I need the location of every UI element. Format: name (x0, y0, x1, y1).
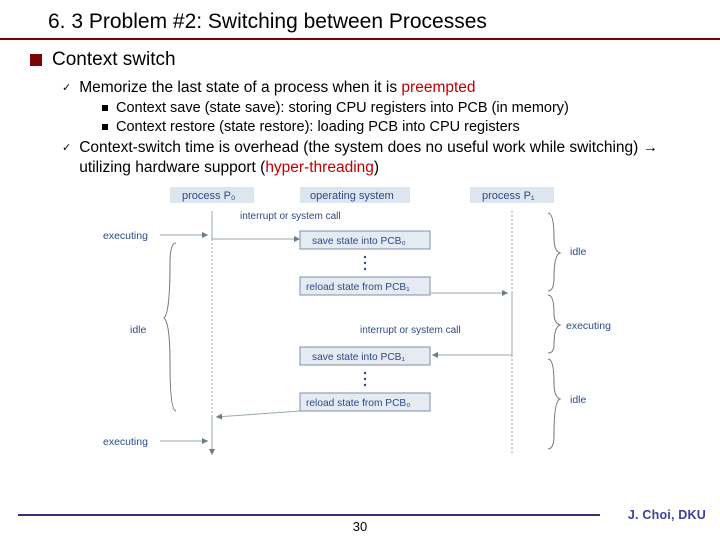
subsub-save: Context save (state save): storing CPU r… (102, 99, 700, 117)
brace-right-exec (548, 295, 560, 353)
brace-left-idle (164, 243, 176, 411)
text-pre: Memorize the last state of a process whe… (79, 79, 401, 96)
square-bullet-icon (30, 54, 42, 66)
subbullet-text: Memorize the last state of a process whe… (79, 78, 475, 97)
subsub-text: Context restore (state restore): loading… (116, 118, 520, 136)
label-interrupt-1: interrupt or system call (240, 211, 341, 222)
subsub-restore: Context restore (state restore): loading… (102, 118, 700, 136)
check-icon: ✓ (62, 141, 71, 154)
label-idle-right-1: idle (570, 246, 587, 258)
author-credit: J. Choi, DKU (628, 508, 706, 522)
bullet-context-switch: Context switch (30, 48, 700, 72)
brace-right-idle-1 (548, 213, 560, 291)
text-mid: utilizing hardware support ( (79, 159, 265, 176)
header-os-text: operating system (310, 190, 394, 202)
label-idle-right-2: idle (570, 394, 587, 406)
text-post: ) (374, 159, 379, 176)
os-to-p0 (216, 411, 300, 417)
subbullet-text: Context-switch time is overhead (the sys… (79, 138, 700, 177)
box-reload-pcb1-text: reload state from PCB₁ (306, 282, 410, 293)
page-number: 30 (0, 519, 720, 534)
bullet-text: Context switch (52, 48, 176, 72)
label-executing-bottom: executing (103, 436, 148, 448)
arrow-icon: → (643, 139, 659, 156)
header-p0-text: process P₀ (182, 190, 235, 202)
subsub-text: Context save (state save): storing CPU r… (116, 99, 569, 117)
text-preempted: preempted (401, 79, 475, 96)
box-save-pcb0-text: save state into PCB₀ (312, 236, 406, 247)
check-icon: ✓ (62, 81, 71, 94)
slide-content: Context switch ✓ Memorize the last state… (0, 48, 720, 463)
square-bullet-icon (102, 105, 108, 111)
subbullet-overhead: ✓ Context-switch time is overhead (the s… (62, 138, 700, 177)
square-bullet-icon (102, 124, 108, 130)
context-switch-diagram: process P₀ operating system process P₁ e… (100, 183, 620, 463)
text-pre: Context-switch time is overhead (the sys… (79, 139, 642, 156)
header-p1-text: process P₁ (482, 190, 535, 202)
label-idle-left: idle (130, 324, 147, 336)
label-interrupt-2: interrupt or system call (360, 325, 461, 336)
brace-right-idle-2 (548, 359, 560, 449)
box-save-pcb1-text: save state into PCB₁ (312, 352, 405, 363)
diagram-svg: process P₀ operating system process P₁ e… (100, 183, 620, 463)
title-underline (0, 38, 720, 40)
footer-rule (18, 514, 600, 516)
subbullet-memorize: ✓ Memorize the last state of a process w… (62, 78, 700, 97)
label-exec-right: executing (566, 320, 611, 332)
text-hyper: hyper-threading (265, 159, 374, 176)
box-reload-pcb0-text: reload state from PCB₀ (306, 398, 410, 409)
label-executing-top: executing (103, 230, 148, 242)
slide-title: 6. 3 Problem #2: Switching between Proce… (0, 0, 720, 38)
